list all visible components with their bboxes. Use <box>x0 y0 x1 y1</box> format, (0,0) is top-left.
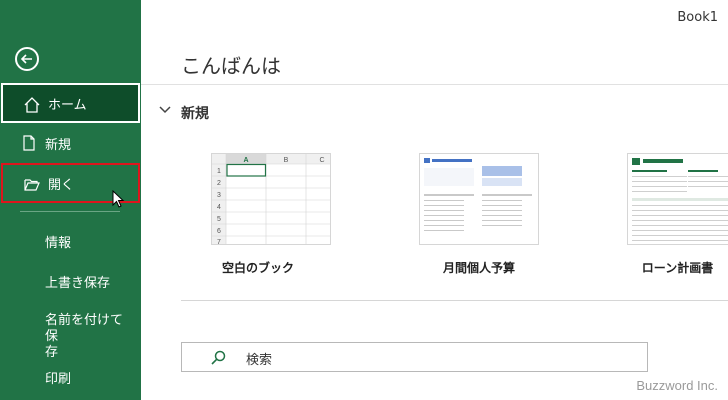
row-header: 1 <box>217 168 221 175</box>
mouse-cursor-icon <box>112 190 125 208</box>
col-b-header: B <box>284 157 289 164</box>
template-loan-schedule[interactable] <box>627 153 728 245</box>
blank-workbook-thumbnail: A B C 1 2 3 4 5 6 7 <box>212 154 330 245</box>
col-c-header: C <box>319 157 324 164</box>
new-section-title: 新規 <box>181 106 209 122</box>
home-icon <box>24 97 40 113</box>
nav-save[interactable]: 上書き保存 <box>45 272 110 291</box>
row-header: 6 <box>217 228 221 235</box>
template-monthly-budget-label: 月間個人予算 <box>442 261 515 275</box>
loan-schedule-thumbnail <box>632 158 728 241</box>
nav-save-as[interactable]: 名前を付けて保 存 <box>45 313 135 361</box>
watermark-text: Buzzword Inc. <box>636 378 718 393</box>
window-title: Book1 <box>677 10 718 25</box>
row-header: 4 <box>217 204 221 211</box>
back-arrow-icon <box>20 54 32 64</box>
template-blank-workbook-label: 空白のブック <box>221 261 294 275</box>
new-document-icon <box>23 135 35 151</box>
search-box[interactable]: 検索 <box>181 342 648 372</box>
nav-print[interactable]: 印刷 <box>45 368 71 387</box>
back-button[interactable] <box>15 47 39 71</box>
header-divider <box>141 84 728 85</box>
col-a-header: A <box>243 157 248 164</box>
nav-open-label: 開く <box>48 177 75 193</box>
template-loan-schedule-label: ローン計画書 <box>641 261 714 275</box>
backstage-sidebar: ホーム 新規 開く 情報 上書き保存 名前を付けて保 存 印刷 <box>0 0 141 400</box>
nav-divider <box>20 211 120 212</box>
row-header: 5 <box>217 216 221 223</box>
search-icon <box>211 350 226 365</box>
nav-new-label: 新規 <box>45 137 72 153</box>
nav-home-label: ホーム <box>48 97 87 113</box>
monthly-budget-thumbnail <box>424 158 532 231</box>
chevron-down-icon[interactable] <box>159 106 171 114</box>
templates-divider <box>181 300 728 301</box>
nav-new[interactable]: 新規 <box>0 123 141 163</box>
nav-home[interactable]: ホーム <box>1 83 140 123</box>
folder-open-icon <box>24 179 40 191</box>
template-blank-workbook[interactable]: A B C 1 2 3 4 5 6 7 <box>211 153 331 245</box>
row-header: 7 <box>217 239 221 245</box>
row-header: 3 <box>217 192 221 199</box>
search-placeholder: 検索 <box>246 353 273 368</box>
template-monthly-budget[interactable] <box>419 153 539 245</box>
row-header: 2 <box>217 180 221 187</box>
nav-info[interactable]: 情報 <box>45 232 71 251</box>
greeting-heading: こんばんは <box>181 54 281 78</box>
